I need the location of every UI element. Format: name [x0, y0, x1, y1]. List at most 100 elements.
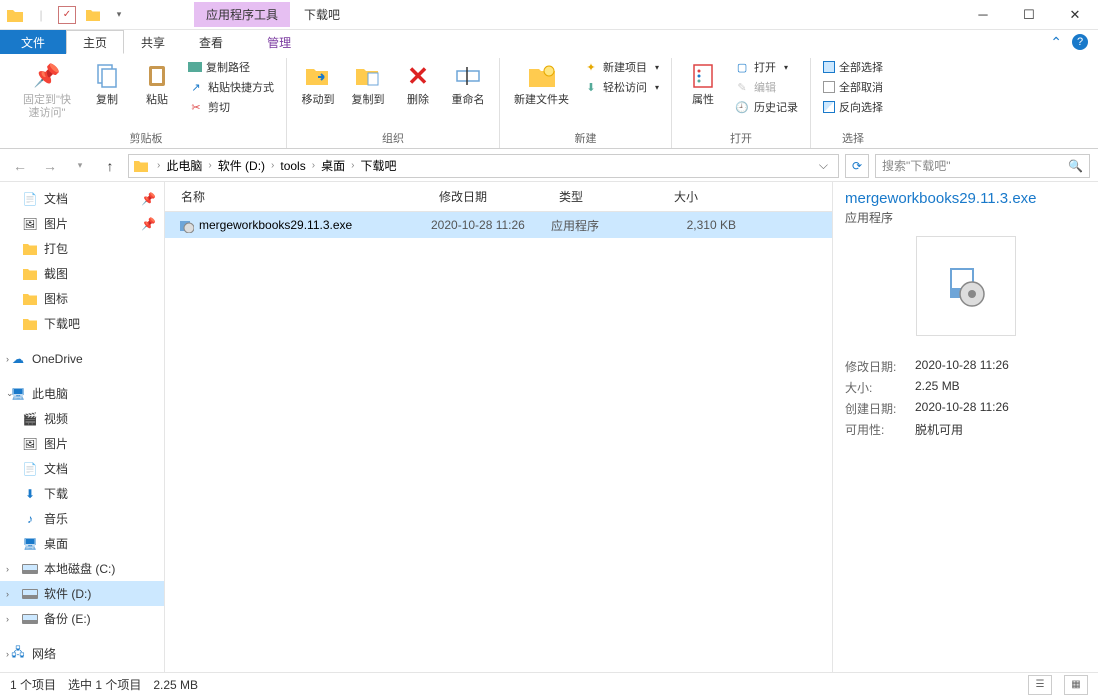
tree-item-network[interactable]: ›🖧网络 [0, 641, 164, 666]
column-type[interactable]: 类型 [555, 188, 670, 205]
tree-item-videos[interactable]: 🎬视频 [0, 406, 164, 431]
chevron-right-icon[interactable]: › [204, 160, 215, 171]
breadcrumb-item[interactable]: tools [278, 159, 307, 173]
chevron-right-icon[interactable]: › [347, 160, 358, 171]
tab-manage[interactable]: 管理 [250, 30, 308, 54]
checkbox-icon[interactable]: ✓ [58, 6, 76, 24]
new-item-button[interactable]: ✦新建项目▾ [579, 58, 663, 76]
search-input[interactable]: 搜索"下载吧" 🔍 [875, 154, 1090, 178]
window-title: 下载吧 [290, 2, 354, 27]
details-view-button[interactable]: ☰ [1028, 675, 1052, 695]
tree-item-downloads[interactable]: ⬇下载 [0, 481, 164, 506]
folder-small-icon[interactable] [84, 6, 102, 24]
tree-item-drive-e[interactable]: ›备份 (E:) [0, 606, 164, 631]
easy-access-button[interactable]: ⬇轻松访问▾ [579, 78, 663, 96]
history-button[interactable]: 🕘历史记录 [730, 98, 802, 116]
copy-button[interactable]: 复制 [84, 58, 130, 109]
ribbon-tabs: 文件 主页 共享 查看 管理 ⌃ ? [0, 30, 1098, 54]
group-new-label: 新建 [575, 128, 597, 148]
tree-item-drive-d[interactable]: ›软件 (D:) [0, 581, 164, 606]
minimize-button[interactable]: ─ [960, 0, 1006, 30]
tab-view[interactable]: 查看 [182, 30, 240, 54]
open-icon: ▢ [734, 59, 750, 75]
column-name[interactable]: 名称 [177, 188, 435, 205]
tree-item-folder[interactable]: 截图 [0, 261, 164, 286]
move-to-button[interactable]: 移动到 [295, 58, 341, 109]
recent-dropdown[interactable]: ▾ [68, 154, 92, 178]
close-button[interactable]: ✕ [1052, 0, 1098, 30]
file-row[interactable]: mergeworkbooks29.11.3.exe 2020-10-28 11:… [165, 212, 832, 238]
tree-item-folder[interactable]: 打包 [0, 236, 164, 261]
picture-icon: 🖼 [22, 216, 38, 232]
drive-icon [22, 611, 38, 627]
ribbon: 📌 固定到"快速访问" 复制 粘贴 复制路径 ↗粘贴快捷方式 ✂剪切 剪贴板 [0, 54, 1098, 149]
forward-button[interactable]: → [38, 154, 62, 178]
open-button[interactable]: ▢打开▾ [730, 58, 802, 76]
column-date[interactable]: 修改日期 [435, 188, 555, 205]
expand-icon[interactable]: › [6, 564, 9, 574]
scissors-icon: ✂ [188, 99, 204, 115]
tree-item-folder[interactable]: 图标 [0, 286, 164, 311]
rename-button[interactable]: 重命名 [445, 58, 491, 109]
preview-filename: mergeworkbooks29.11.3.exe [845, 190, 1086, 207]
select-all-button[interactable]: 全部选择 [819, 58, 887, 76]
invert-selection-button[interactable]: 反向选择 [819, 98, 887, 116]
new-folder-button[interactable]: 新建文件夹 [508, 58, 575, 109]
tree-item-folder[interactable]: 下载吧 [0, 311, 164, 336]
tab-home[interactable]: 主页 [66, 30, 124, 54]
tree-item-documents[interactable]: 📄文档📌 [0, 186, 164, 211]
expand-icon[interactable]: › [6, 649, 9, 659]
tab-file[interactable]: 文件 [0, 30, 66, 54]
maximize-button[interactable]: ☐ [1006, 0, 1052, 30]
exe-icon [177, 216, 195, 234]
pin-quickaccess-button[interactable]: 📌 固定到"快速访问" [14, 58, 80, 122]
delete-button[interactable]: ✕ 删除 [395, 58, 441, 109]
tree-item-thispc[interactable]: ⌄🖥此电脑 [0, 381, 164, 406]
tree-item-pictures[interactable]: 🖼图片 [0, 431, 164, 456]
tree-item-desktop[interactable]: 🖥桌面 [0, 531, 164, 556]
breadcrumb-item[interactable]: 桌面 [319, 157, 347, 174]
select-none-button[interactable]: 全部取消 [819, 78, 887, 96]
file-list: 名称 修改日期 类型 大小 mergeworkbooks29.11.3.exe … [165, 182, 832, 672]
cut-button[interactable]: ✂剪切 [184, 98, 278, 116]
up-button[interactable]: ↑ [98, 154, 122, 178]
item-count: 1 个项目 [10, 676, 56, 693]
tab-share[interactable]: 共享 [124, 30, 182, 54]
paste-shortcut-button[interactable]: ↗粘贴快捷方式 [184, 78, 278, 96]
navigation-pane[interactable]: 📄文档📌 🖼图片📌 打包 截图 图标 下载吧 ›☁OneDrive ⌄🖥此电脑 … [0, 182, 165, 672]
breadcrumb-item[interactable]: 软件 (D:) [216, 157, 267, 174]
refresh-button[interactable]: ⟳ [845, 154, 869, 178]
help-icon[interactable]: ? [1072, 34, 1088, 50]
breadcrumb[interactable]: › 此电脑 › 软件 (D:) › tools › 桌面 › 下载吧 ⌵ [128, 154, 839, 178]
properties-button[interactable]: 属性 [680, 58, 726, 109]
qat-dropdown-icon[interactable]: ▾ [110, 6, 128, 24]
group-open-label: 打开 [730, 128, 752, 148]
tree-item-documents[interactable]: 📄文档 [0, 456, 164, 481]
icons-view-button[interactable]: ▦ [1064, 675, 1088, 695]
expand-icon[interactable]: › [6, 614, 9, 624]
expand-icon[interactable]: › [6, 354, 9, 364]
column-size[interactable]: 大小 [670, 188, 740, 205]
chevron-right-icon[interactable]: › [308, 160, 319, 171]
paste-button[interactable]: 粘贴 [134, 58, 180, 109]
tree-item-music[interactable]: ♪音乐 [0, 506, 164, 531]
collapse-icon[interactable]: ⌄ [6, 388, 14, 399]
chevron-right-icon[interactable]: › [267, 160, 278, 171]
edit-button[interactable]: ✎编辑 [730, 78, 802, 96]
tree-item-drive-c[interactable]: ›本地磁盘 (C:) [0, 556, 164, 581]
selected-size: 2.25 MB [153, 678, 198, 692]
expand-icon[interactable]: › [6, 589, 9, 599]
tree-item-pictures[interactable]: 🖼图片📌 [0, 211, 164, 236]
rename-icon [452, 60, 484, 92]
back-button[interactable]: ← [8, 154, 32, 178]
paste-icon [141, 60, 173, 92]
copy-path-button[interactable]: 复制路径 [184, 58, 278, 76]
breadcrumb-dropdown[interactable]: ⌵ [813, 158, 834, 173]
chevron-right-icon[interactable]: › [153, 160, 164, 171]
tree-item-onedrive[interactable]: ›☁OneDrive [0, 346, 164, 371]
collapse-ribbon-icon[interactable]: ⌃ [1050, 34, 1062, 51]
copy-to-button[interactable]: 复制到 [345, 58, 391, 109]
breadcrumb-item[interactable]: 此电脑 [164, 157, 204, 174]
newfolder-icon [526, 60, 558, 92]
breadcrumb-item[interactable]: 下载吧 [358, 157, 398, 174]
